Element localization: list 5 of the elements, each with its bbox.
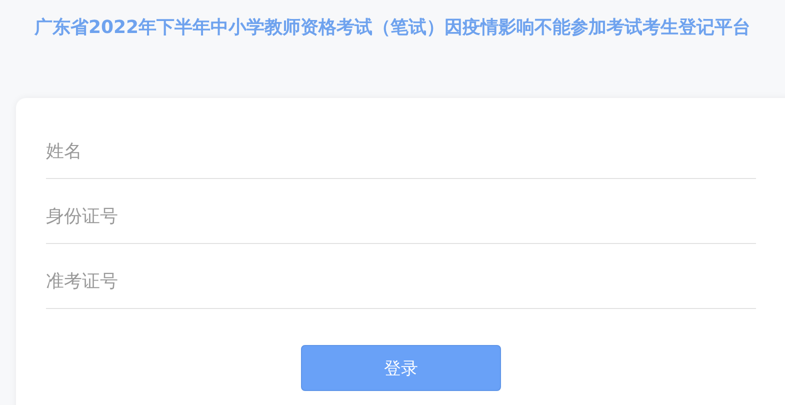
- page-title: 广东省2022年下半年中小学教师资格考试（笔试）因疫情影响不能参加考试考生登记平台: [33, 16, 752, 40]
- input-field[interactable]: 姓名: [46, 114, 756, 179]
- login-button[interactable]: 登录: [301, 345, 501, 391]
- input-field[interactable]: 身份证号: [46, 179, 756, 244]
- input-field[interactable]: 准考证号: [46, 244, 756, 309]
